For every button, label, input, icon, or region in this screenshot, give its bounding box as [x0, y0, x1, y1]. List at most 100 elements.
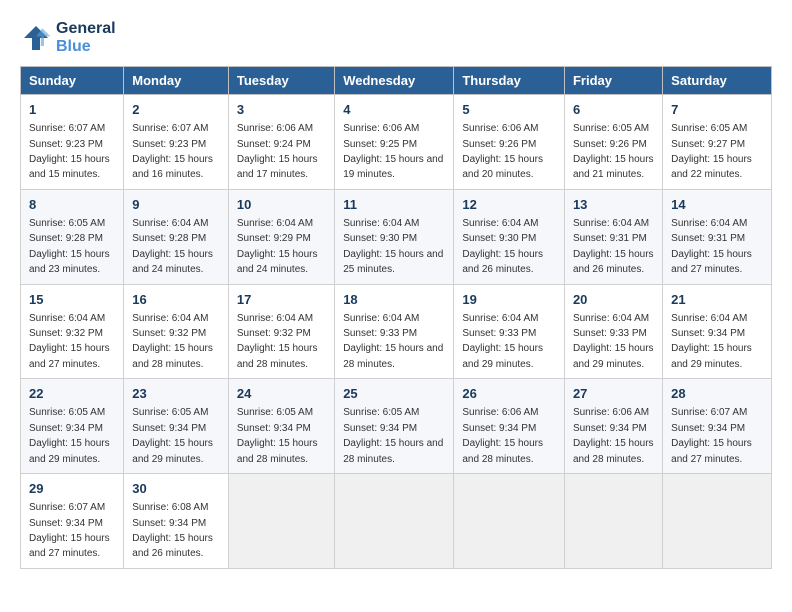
day-sunset: Sunset: 9:25 PM [343, 139, 417, 150]
column-header-sunday: Sunday [21, 67, 124, 95]
day-sunset: Sunset: 9:27 PM [671, 139, 745, 150]
day-sunrise: Sunrise: 6:05 AM [132, 407, 208, 418]
calendar-cell: 16 Sunrise: 6:04 AM Sunset: 9:32 PM Dayl… [124, 284, 229, 379]
day-sunrise: Sunrise: 6:08 AM [132, 502, 208, 513]
calendar-cell: 4 Sunrise: 6:06 AM Sunset: 9:25 PM Dayli… [335, 95, 454, 190]
day-daylight: Daylight: 15 hours and 27 minutes. [29, 533, 110, 559]
calendar-cell: 23 Sunrise: 6:05 AM Sunset: 9:34 PM Dayl… [124, 379, 229, 474]
day-sunset: Sunset: 9:32 PM [237, 328, 311, 339]
day-sunset: Sunset: 9:34 PM [29, 518, 103, 529]
day-sunset: Sunset: 9:32 PM [29, 328, 103, 339]
logo: General Blue [20, 20, 116, 56]
day-sunrise: Sunrise: 6:04 AM [671, 218, 747, 229]
day-sunrise: Sunrise: 6:04 AM [573, 218, 649, 229]
calendar-cell: 18 Sunrise: 6:04 AM Sunset: 9:33 PM Dayl… [335, 284, 454, 379]
calendar-cell: 11 Sunrise: 6:04 AM Sunset: 9:30 PM Dayl… [335, 189, 454, 284]
day-sunset: Sunset: 9:23 PM [29, 139, 103, 150]
day-daylight: Daylight: 15 hours and 17 minutes. [237, 154, 318, 180]
day-daylight: Daylight: 15 hours and 25 minutes. [343, 249, 443, 275]
calendar-cell: 7 Sunrise: 6:05 AM Sunset: 9:27 PM Dayli… [663, 95, 772, 190]
day-number: 8 [29, 196, 115, 214]
day-number: 7 [671, 101, 763, 119]
day-sunrise: Sunrise: 6:06 AM [237, 123, 313, 134]
calendar-cell: 15 Sunrise: 6:04 AM Sunset: 9:32 PM Dayl… [21, 284, 124, 379]
day-sunrise: Sunrise: 6:04 AM [573, 313, 649, 324]
day-number: 5 [462, 101, 556, 119]
day-sunset: Sunset: 9:34 PM [573, 423, 647, 434]
day-daylight: Daylight: 15 hours and 26 minutes. [462, 249, 543, 275]
day-daylight: Daylight: 15 hours and 24 minutes. [237, 249, 318, 275]
day-sunset: Sunset: 9:31 PM [671, 233, 745, 244]
day-sunset: Sunset: 9:34 PM [462, 423, 536, 434]
day-sunset: Sunset: 9:33 PM [343, 328, 417, 339]
day-daylight: Daylight: 15 hours and 19 minutes. [343, 154, 443, 180]
calendar-cell [663, 474, 772, 569]
day-sunset: Sunset: 9:26 PM [462, 139, 536, 150]
day-sunrise: Sunrise: 6:06 AM [462, 407, 538, 418]
day-daylight: Daylight: 15 hours and 29 minutes. [462, 343, 543, 369]
column-header-tuesday: Tuesday [228, 67, 334, 95]
calendar-cell: 29 Sunrise: 6:07 AM Sunset: 9:34 PM Dayl… [21, 474, 124, 569]
calendar-cell: 21 Sunrise: 6:04 AM Sunset: 9:34 PM Dayl… [663, 284, 772, 379]
calendar-cell: 24 Sunrise: 6:05 AM Sunset: 9:34 PM Dayl… [228, 379, 334, 474]
day-number: 17 [237, 291, 326, 309]
day-sunset: Sunset: 9:30 PM [343, 233, 417, 244]
day-sunrise: Sunrise: 6:04 AM [237, 218, 313, 229]
day-sunrise: Sunrise: 6:07 AM [671, 407, 747, 418]
calendar-week-1: 1 Sunrise: 6:07 AM Sunset: 9:23 PM Dayli… [21, 95, 772, 190]
day-number: 29 [29, 480, 115, 498]
day-sunset: Sunset: 9:34 PM [343, 423, 417, 434]
day-sunset: Sunset: 9:28 PM [132, 233, 206, 244]
day-number: 16 [132, 291, 220, 309]
calendar-cell: 2 Sunrise: 6:07 AM Sunset: 9:23 PM Dayli… [124, 95, 229, 190]
day-sunrise: Sunrise: 6:04 AM [462, 218, 538, 229]
day-daylight: Daylight: 15 hours and 27 minutes. [671, 249, 752, 275]
day-daylight: Daylight: 15 hours and 26 minutes. [132, 533, 213, 559]
day-sunset: Sunset: 9:34 PM [237, 423, 311, 434]
day-daylight: Daylight: 15 hours and 29 minutes. [29, 438, 110, 464]
calendar-cell: 6 Sunrise: 6:05 AM Sunset: 9:26 PM Dayli… [564, 95, 662, 190]
day-number: 22 [29, 385, 115, 403]
day-sunrise: Sunrise: 6:06 AM [343, 123, 419, 134]
logo-icon [20, 22, 52, 54]
column-header-saturday: Saturday [663, 67, 772, 95]
day-sunset: Sunset: 9:34 PM [671, 423, 745, 434]
day-daylight: Daylight: 15 hours and 22 minutes. [671, 154, 752, 180]
day-daylight: Daylight: 15 hours and 28 minutes. [462, 438, 543, 464]
calendar-cell: 30 Sunrise: 6:08 AM Sunset: 9:34 PM Dayl… [124, 474, 229, 569]
logo-text: General Blue [56, 20, 116, 56]
day-sunrise: Sunrise: 6:04 AM [343, 313, 419, 324]
day-number: 4 [343, 101, 445, 119]
day-number: 30 [132, 480, 220, 498]
day-sunrise: Sunrise: 6:05 AM [237, 407, 313, 418]
day-daylight: Daylight: 15 hours and 27 minutes. [29, 343, 110, 369]
day-sunset: Sunset: 9:34 PM [132, 423, 206, 434]
day-sunrise: Sunrise: 6:04 AM [132, 218, 208, 229]
day-number: 21 [671, 291, 763, 309]
calendar-cell: 3 Sunrise: 6:06 AM Sunset: 9:24 PM Dayli… [228, 95, 334, 190]
day-sunset: Sunset: 9:33 PM [573, 328, 647, 339]
day-number: 27 [573, 385, 654, 403]
day-daylight: Daylight: 15 hours and 20 minutes. [462, 154, 543, 180]
day-sunrise: Sunrise: 6:05 AM [343, 407, 419, 418]
day-sunset: Sunset: 9:31 PM [573, 233, 647, 244]
calendar-header-row: SundayMondayTuesdayWednesdayThursdayFrid… [21, 67, 772, 95]
calendar-cell: 1 Sunrise: 6:07 AM Sunset: 9:23 PM Dayli… [21, 95, 124, 190]
day-number: 18 [343, 291, 445, 309]
calendar-cell [564, 474, 662, 569]
column-header-monday: Monday [124, 67, 229, 95]
day-sunrise: Sunrise: 6:07 AM [29, 502, 105, 513]
calendar-week-4: 22 Sunrise: 6:05 AM Sunset: 9:34 PM Dayl… [21, 379, 772, 474]
day-number: 11 [343, 196, 445, 214]
day-sunrise: Sunrise: 6:04 AM [132, 313, 208, 324]
header: General Blue [20, 20, 772, 56]
day-number: 20 [573, 291, 654, 309]
day-sunset: Sunset: 9:23 PM [132, 139, 206, 150]
day-number: 3 [237, 101, 326, 119]
calendar-cell: 5 Sunrise: 6:06 AM Sunset: 9:26 PM Dayli… [454, 95, 565, 190]
calendar-cell [335, 474, 454, 569]
day-daylight: Daylight: 15 hours and 21 minutes. [573, 154, 654, 180]
day-number: 14 [671, 196, 763, 214]
calendar-body: 1 Sunrise: 6:07 AM Sunset: 9:23 PM Dayli… [21, 95, 772, 569]
day-sunset: Sunset: 9:34 PM [132, 518, 206, 529]
